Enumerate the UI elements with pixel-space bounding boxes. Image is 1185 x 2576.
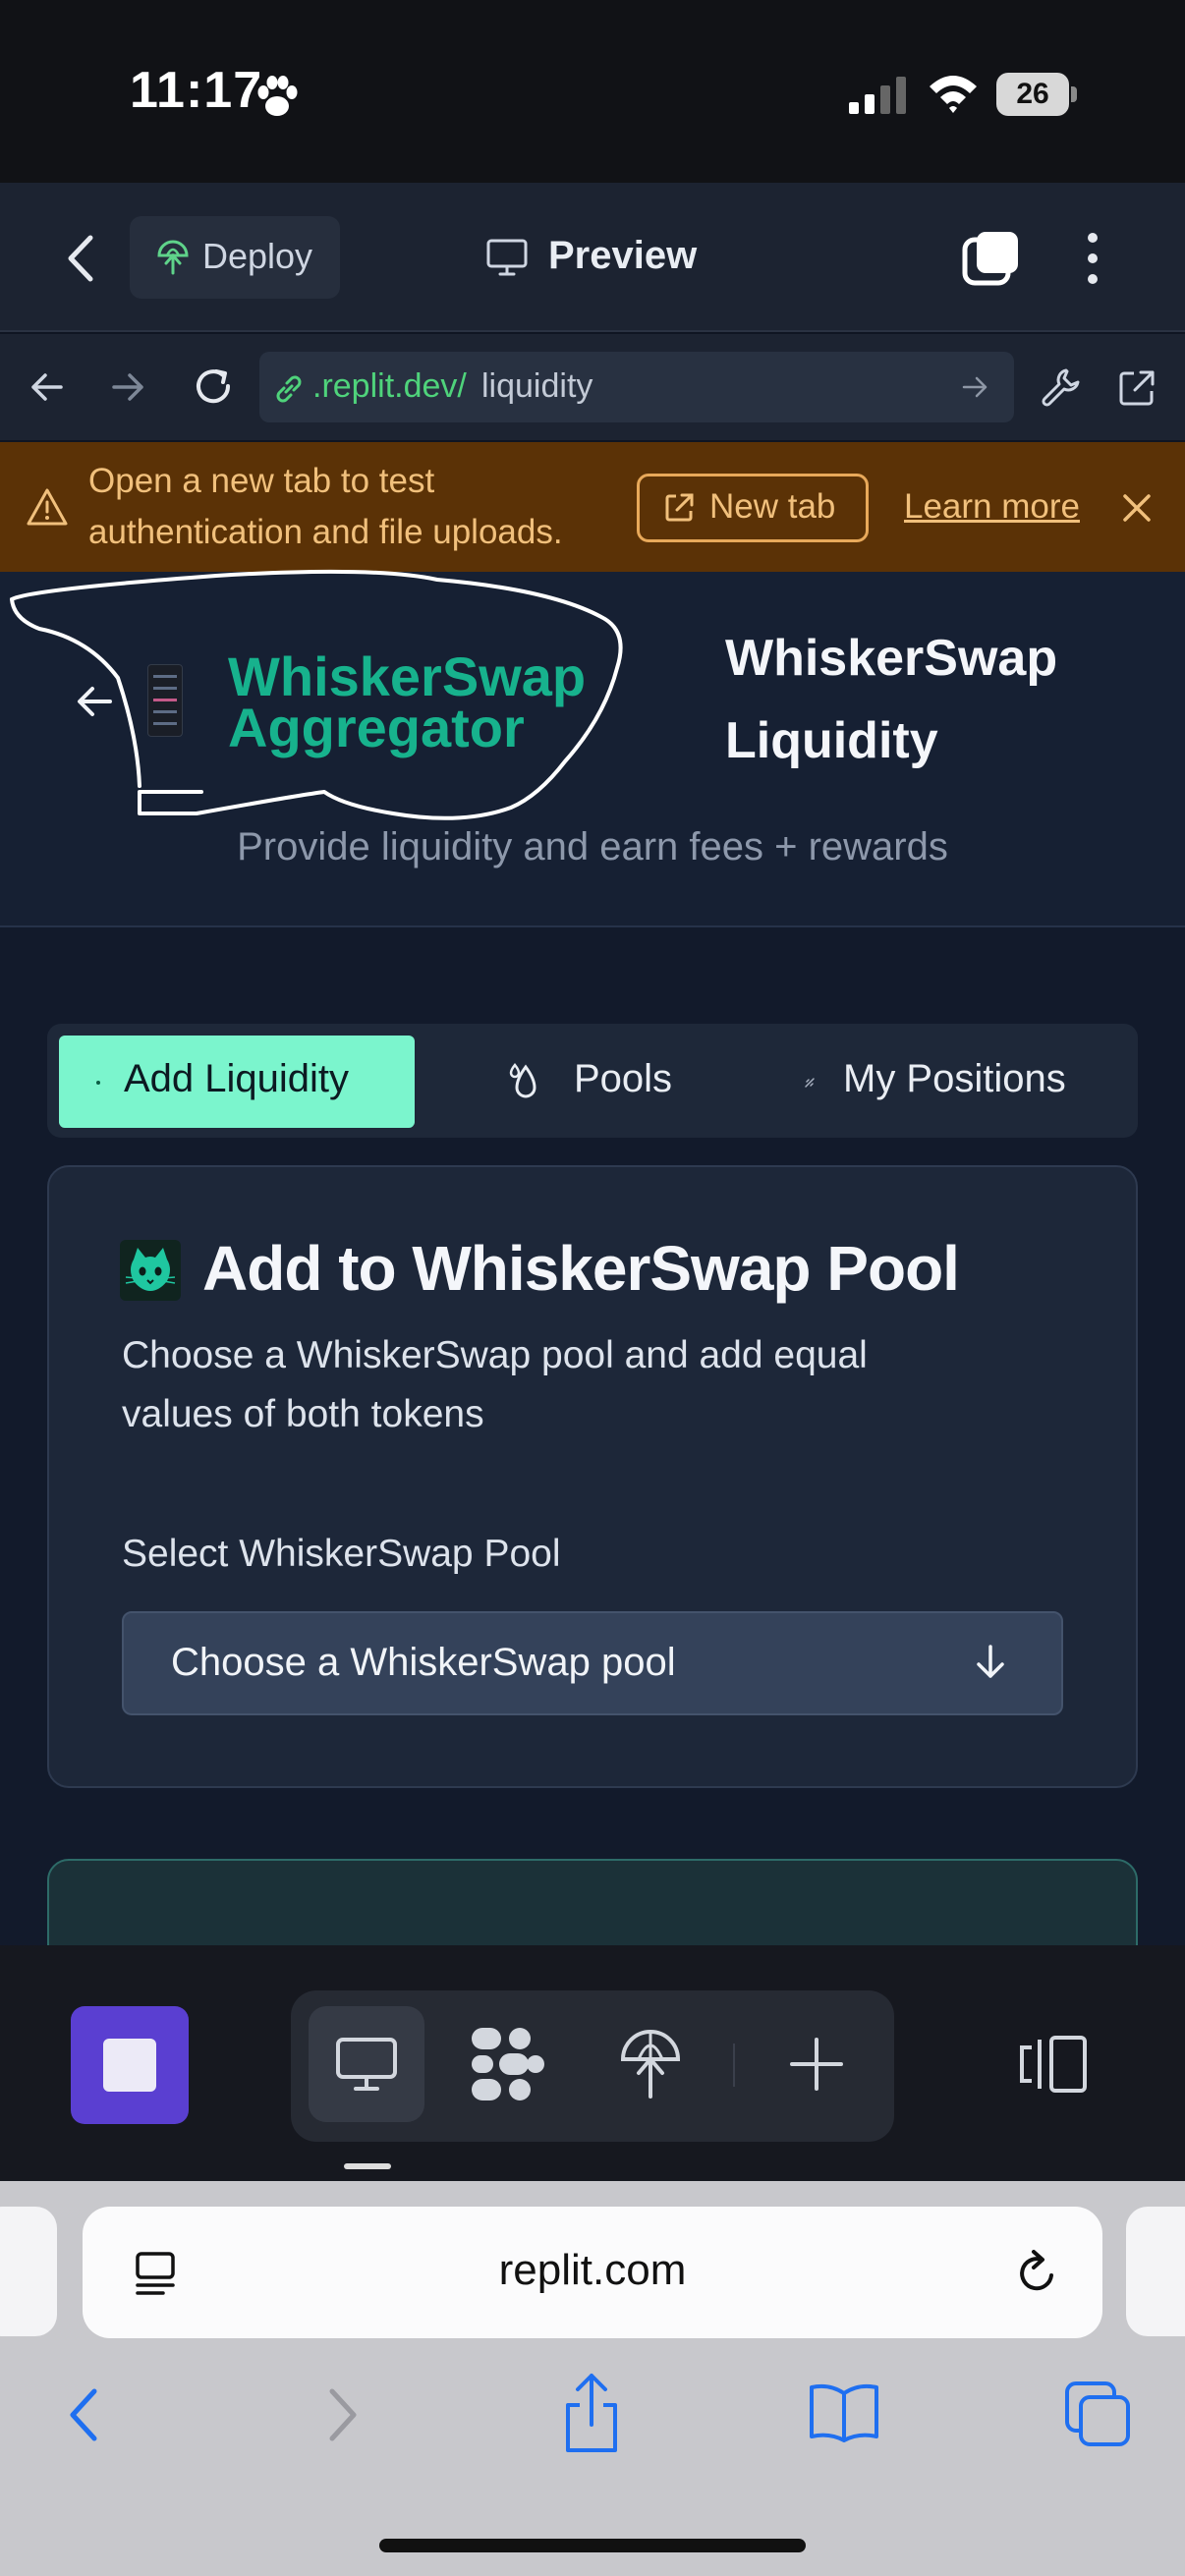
page-title-line-2: Liquidity bbox=[725, 712, 938, 769]
stop-icon bbox=[103, 2039, 156, 2092]
tab-add-liquidity-label: Add Liquidity bbox=[124, 1057, 350, 1100]
back-chevron-icon[interactable] bbox=[61, 232, 104, 285]
share-icon[interactable] bbox=[560, 2372, 623, 2454]
open-external-icon[interactable] bbox=[1116, 367, 1157, 409]
more-options-icon[interactable] bbox=[1085, 230, 1100, 287]
tab-switcher-icon[interactable] bbox=[961, 228, 1022, 289]
paw-icon bbox=[252, 71, 303, 122]
cat-icon bbox=[120, 1240, 181, 1301]
deploy-icon bbox=[155, 240, 191, 275]
go-arrow-icon[interactable] bbox=[961, 373, 988, 401]
card-description-line-1: Choose a WhiskerSwap pool and add equal bbox=[122, 1334, 868, 1376]
monitor-icon bbox=[334, 2032, 399, 2097]
warning-icon bbox=[26, 487, 69, 527]
hand-drawn-scribble bbox=[10, 569, 623, 820]
monitor-icon bbox=[485, 236, 529, 279]
page-title-line-1: WhiskerSwap bbox=[725, 630, 1058, 687]
tab-add-liquidity-icon bbox=[96, 1081, 100, 1085]
pool-select-label: Select WhiskerSwap Pool bbox=[122, 1533, 561, 1575]
arrow-down-icon bbox=[973, 1643, 1008, 1682]
battery-icon: 26 bbox=[996, 73, 1077, 116]
workspace-grid-icon[interactable] bbox=[470, 2026, 546, 2102]
positions-icon bbox=[804, 1077, 816, 1089]
chevron-left-icon[interactable] bbox=[63, 2385, 106, 2444]
wrench-icon[interactable] bbox=[1040, 365, 1083, 409]
deploy-label: Deploy bbox=[202, 236, 313, 276]
panel-layout-icon[interactable] bbox=[1018, 2034, 1089, 2095]
banner-message-line-2: authentication and file uploads. bbox=[88, 513, 563, 551]
open-external-icon bbox=[662, 491, 696, 525]
wifi-icon bbox=[926, 69, 981, 118]
cellular-signal-icon bbox=[847, 75, 910, 116]
close-icon[interactable] bbox=[1120, 491, 1154, 525]
toolbar-divider bbox=[733, 2044, 735, 2087]
chevron-right-icon[interactable] bbox=[320, 2385, 364, 2444]
banner-message-line-1: Open a new tab to test bbox=[88, 462, 435, 500]
learn-more-link[interactable]: Learn more bbox=[904, 487, 1080, 527]
card-title: Add to WhiskerSwap Pool bbox=[202, 1233, 960, 1304]
droplets-icon[interactable] bbox=[505, 1061, 546, 1104]
deploy-icon[interactable] bbox=[617, 2028, 684, 2099]
page-subtitle: Provide liquidity and earn fees + reward… bbox=[237, 825, 948, 868]
bookmarks-icon[interactable] bbox=[808, 2381, 880, 2444]
arrow-right-icon[interactable] bbox=[108, 367, 147, 407]
link-icon bbox=[271, 371, 307, 407]
tab-my-positions[interactable]: My Positions bbox=[843, 1057, 1066, 1101]
card-description-line-2: values of both tokens bbox=[122, 1393, 484, 1435]
toolbar-page-indicator bbox=[344, 2163, 391, 2169]
plus-icon[interactable] bbox=[786, 2034, 847, 2095]
pool-select-value: Choose a WhiskerSwap pool bbox=[171, 1641, 676, 1684]
stop-button[interactable] bbox=[71, 2006, 189, 2124]
home-indicator bbox=[379, 2539, 806, 2552]
battery-level: 26 bbox=[1016, 78, 1049, 110]
url-path: liquidity bbox=[481, 367, 593, 405]
reload-icon[interactable] bbox=[191, 364, 236, 409]
tab-pools[interactable]: Pools bbox=[574, 1057, 672, 1101]
new-tab-label: New tab bbox=[709, 487, 836, 526]
preview-title: Preview bbox=[548, 234, 698, 277]
url-domain: .replit.dev/ bbox=[312, 367, 467, 405]
status-time: 11:17 bbox=[130, 62, 263, 119]
safari-domain: replit.com bbox=[498, 2246, 687, 2294]
tabs-icon[interactable] bbox=[1063, 2380, 1132, 2448]
reload-icon[interactable] bbox=[1012, 2246, 1061, 2299]
arrow-left-icon[interactable] bbox=[28, 367, 67, 407]
